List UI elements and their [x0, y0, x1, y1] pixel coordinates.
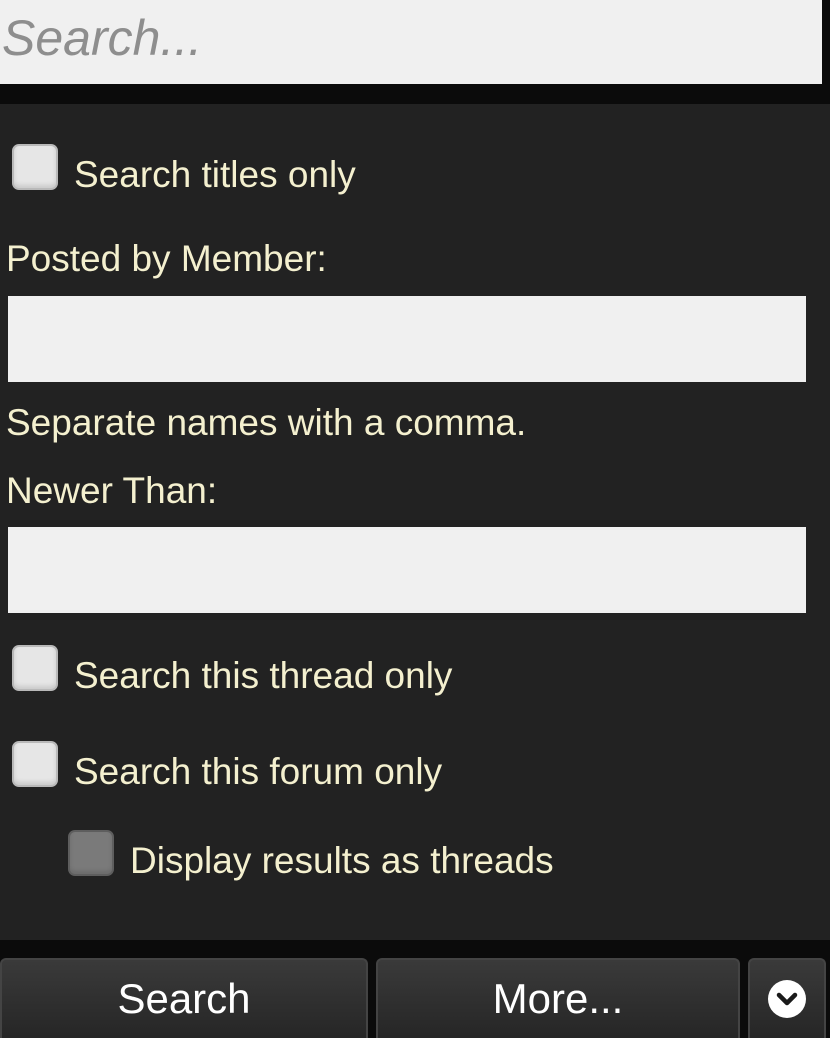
display-threads-option[interactable]: Display results as threads [68, 830, 554, 881]
titles-only-option[interactable]: Search titles only [12, 144, 356, 195]
titles-only-checkbox[interactable] [12, 144, 58, 190]
chevron-down-icon [768, 980, 806, 1018]
expand-toggle-button[interactable] [748, 958, 826, 1038]
forum-only-checkbox[interactable] [12, 741, 58, 787]
posted-by-hint: Separate names with a comma. [6, 402, 527, 443]
more-button[interactable]: More... [376, 958, 740, 1038]
display-threads-checkbox[interactable] [68, 830, 114, 876]
search-options-panel: Search titles only Posted by Member: Sep… [0, 104, 830, 940]
search-button[interactable]: Search [0, 958, 368, 1038]
thread-only-checkbox[interactable] [12, 645, 58, 691]
posted-by-member-field[interactable] [8, 296, 806, 382]
search-button-label: Search [117, 975, 251, 1022]
newer-than-field[interactable] [8, 527, 806, 613]
posted-by-label: Posted by Member: [6, 238, 327, 279]
action-bar: Search More... [0, 940, 830, 1038]
titles-only-label: Search titles only [74, 154, 356, 195]
display-threads-label: Display results as threads [130, 840, 554, 881]
more-button-label: More... [492, 975, 624, 1022]
newer-than-label: Newer Than: [6, 470, 218, 511]
search-page: Search titles only Posted by Member: Sep… [0, 0, 830, 1038]
search-input[interactable] [0, 0, 822, 84]
thread-only-option[interactable]: Search this thread only [12, 645, 452, 696]
search-bar [0, 0, 830, 104]
thread-only-label: Search this thread only [74, 655, 453, 696]
forum-only-label: Search this forum only [74, 751, 443, 792]
forum-only-option[interactable]: Search this forum only [12, 741, 442, 792]
